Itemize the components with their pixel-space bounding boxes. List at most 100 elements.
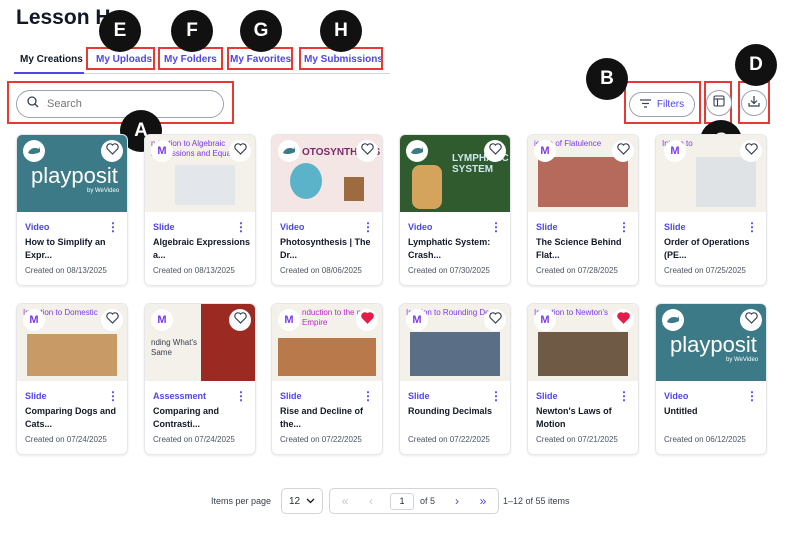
- content-card[interactable]: In uction to Domestic M Slide ⋮ Comparin…: [16, 303, 128, 455]
- card-title[interactable]: Order of Operations (PE...: [664, 236, 764, 261]
- search-input[interactable]: [47, 98, 207, 110]
- thumbnail-image: [538, 157, 628, 207]
- card-created-date: Created on 07/22/2025: [280, 435, 362, 444]
- pagination-controls: « ‹ 1 of 5 › »: [329, 488, 499, 514]
- next-page-icon[interactable]: ›: [444, 489, 470, 513]
- filters-button[interactable]: Filters: [629, 92, 695, 117]
- content-card[interactable]: ience of Flatulence M Slide ⋮ The Scienc…: [527, 134, 639, 286]
- heart-icon: [488, 142, 502, 160]
- slide-badge: M: [406, 309, 428, 331]
- layout-toggle-button[interactable]: [706, 90, 732, 116]
- items-range-label: 1–12 of 55 items: [503, 496, 570, 506]
- more-options-icon[interactable]: ⋮: [746, 221, 758, 233]
- slide-badge: M: [534, 140, 556, 162]
- search-field[interactable]: [16, 90, 224, 118]
- card-title[interactable]: Newton's Laws of Motion: [536, 405, 636, 430]
- heart-icon: [360, 142, 374, 160]
- more-options-icon[interactable]: ⋮: [362, 390, 374, 402]
- content-card[interactable]: LYMPHATIC SYSTEM Video ⋮ Lymphatic Syste…: [399, 134, 511, 286]
- favorite-toggle[interactable]: [484, 309, 506, 331]
- more-options-icon[interactable]: ⋮: [107, 221, 119, 233]
- card-title[interactable]: Algebraic Expressions a...: [153, 236, 253, 261]
- more-options-icon[interactable]: ⋮: [490, 221, 502, 233]
- favorite-toggle[interactable]: [740, 309, 762, 331]
- thumbnail-image: [410, 332, 500, 376]
- thumbnail-image: [290, 163, 322, 199]
- previous-page-icon[interactable]: ‹: [358, 489, 384, 513]
- more-options-icon[interactable]: ⋮: [618, 390, 630, 402]
- callout-g: G: [240, 10, 282, 52]
- favorite-toggle[interactable]: [356, 309, 378, 331]
- download-button[interactable]: [741, 90, 767, 116]
- content-card[interactable]: OTOSYNTHESIS Video ⋮ Photosynthesis | Th…: [271, 134, 383, 286]
- slide-badge: M: [534, 309, 556, 331]
- content-card[interactable]: nduction to the man Empire M Slide ⋮ Ris…: [271, 303, 383, 455]
- card-title[interactable]: How to Simplify an Expr...: [25, 236, 125, 261]
- card-type: Slide: [280, 391, 302, 401]
- card-created-date: Created on 08/06/2025: [280, 266, 362, 275]
- chevron-down-icon: [306, 496, 315, 507]
- thumbnail-image: [412, 165, 442, 209]
- card-title[interactable]: Comparing and Contrasti...: [153, 405, 253, 430]
- card-title[interactable]: Rounding Decimals: [408, 405, 508, 418]
- more-options-icon[interactable]: ⋮: [618, 221, 630, 233]
- favorite-toggle[interactable]: [229, 140, 251, 162]
- thumbnail-image: [175, 165, 235, 205]
- favorite-toggle[interactable]: [101, 140, 123, 162]
- heart-icon: [233, 311, 247, 329]
- heart-filled-icon: [360, 311, 374, 329]
- card-created-date: Created on 08/13/2025: [153, 266, 235, 275]
- page-number-input[interactable]: 1: [390, 493, 414, 510]
- favorite-toggle[interactable]: [484, 140, 506, 162]
- heart-filled-icon: [616, 311, 630, 329]
- content-card[interactable]: In uction to Newton's M Slide ⋮ Newton's…: [527, 303, 639, 455]
- callout-f: F: [171, 10, 213, 52]
- content-card[interactable]: Int ion to M Slide ⋮ Order of Operations…: [655, 134, 767, 286]
- slide-badge: M: [151, 309, 173, 331]
- tab-my-creations[interactable]: My Creations: [20, 54, 83, 65]
- first-page-icon[interactable]: «: [332, 489, 358, 513]
- last-page-icon[interactable]: »: [470, 489, 496, 513]
- card-title[interactable]: Lymphatic System: Crash...: [408, 236, 508, 261]
- card-created-date: Created on 06/12/2025: [664, 435, 746, 444]
- card-title[interactable]: Photosynthesis | The Dr...: [280, 236, 380, 261]
- playposit-logo: playposit: [670, 332, 757, 357]
- slide-badge: M: [23, 309, 45, 331]
- content-card[interactable]: playposit by WeVideo Video ⋮ How to Simp…: [16, 134, 128, 286]
- video-badge: [662, 309, 684, 331]
- card-title[interactable]: Rise and Decline of the...: [280, 405, 380, 430]
- more-options-icon[interactable]: ⋮: [362, 221, 374, 233]
- favorite-toggle[interactable]: [101, 309, 123, 331]
- favorite-toggle[interactable]: [612, 309, 634, 331]
- content-card[interactable]: nding What's Same M Assessment ⋮ Compari…: [144, 303, 256, 455]
- favorite-toggle[interactable]: [612, 140, 634, 162]
- playposit-logo: playposit: [31, 163, 118, 188]
- playposit-byline: by WeVideo: [726, 357, 759, 363]
- items-per-page-label: Items per page: [211, 496, 272, 506]
- content-card[interactable]: In ction to Rounding De M Slide ⋮ Roundi…: [399, 303, 511, 455]
- more-options-icon[interactable]: ⋮: [235, 390, 247, 402]
- items-per-page-value: 12: [289, 495, 301, 507]
- more-options-icon[interactable]: ⋮: [235, 221, 247, 233]
- callout-d: D: [735, 44, 777, 86]
- card-title[interactable]: The Science Behind Flat...: [536, 236, 636, 261]
- items-per-page-select[interactable]: 12: [281, 488, 323, 514]
- thumbnail-image: [278, 338, 376, 376]
- card-created-date: Created on 07/30/2025: [408, 266, 490, 275]
- card-title[interactable]: Comparing Dogs and Cats...: [25, 405, 125, 430]
- more-options-icon[interactable]: ⋮: [490, 390, 502, 402]
- more-options-icon[interactable]: ⋮: [746, 390, 758, 402]
- callout-b: B: [586, 58, 628, 100]
- favorite-toggle[interactable]: [229, 309, 251, 331]
- card-title[interactable]: Untitled: [664, 405, 764, 418]
- filter-icon: [639, 98, 651, 111]
- card-type: Slide: [408, 391, 430, 401]
- favorite-toggle[interactable]: [356, 140, 378, 162]
- active-tab-indicator: [14, 72, 84, 74]
- more-options-icon[interactable]: ⋮: [107, 390, 119, 402]
- content-card[interactable]: nduction to Algebraic Expressions and Eq…: [144, 134, 256, 286]
- card-type: Video: [408, 222, 433, 232]
- card-type: Slide: [536, 391, 558, 401]
- content-card[interactable]: playposit by WeVideo Video ⋮ Untitled Cr…: [655, 303, 767, 455]
- favorite-toggle[interactable]: [740, 140, 762, 162]
